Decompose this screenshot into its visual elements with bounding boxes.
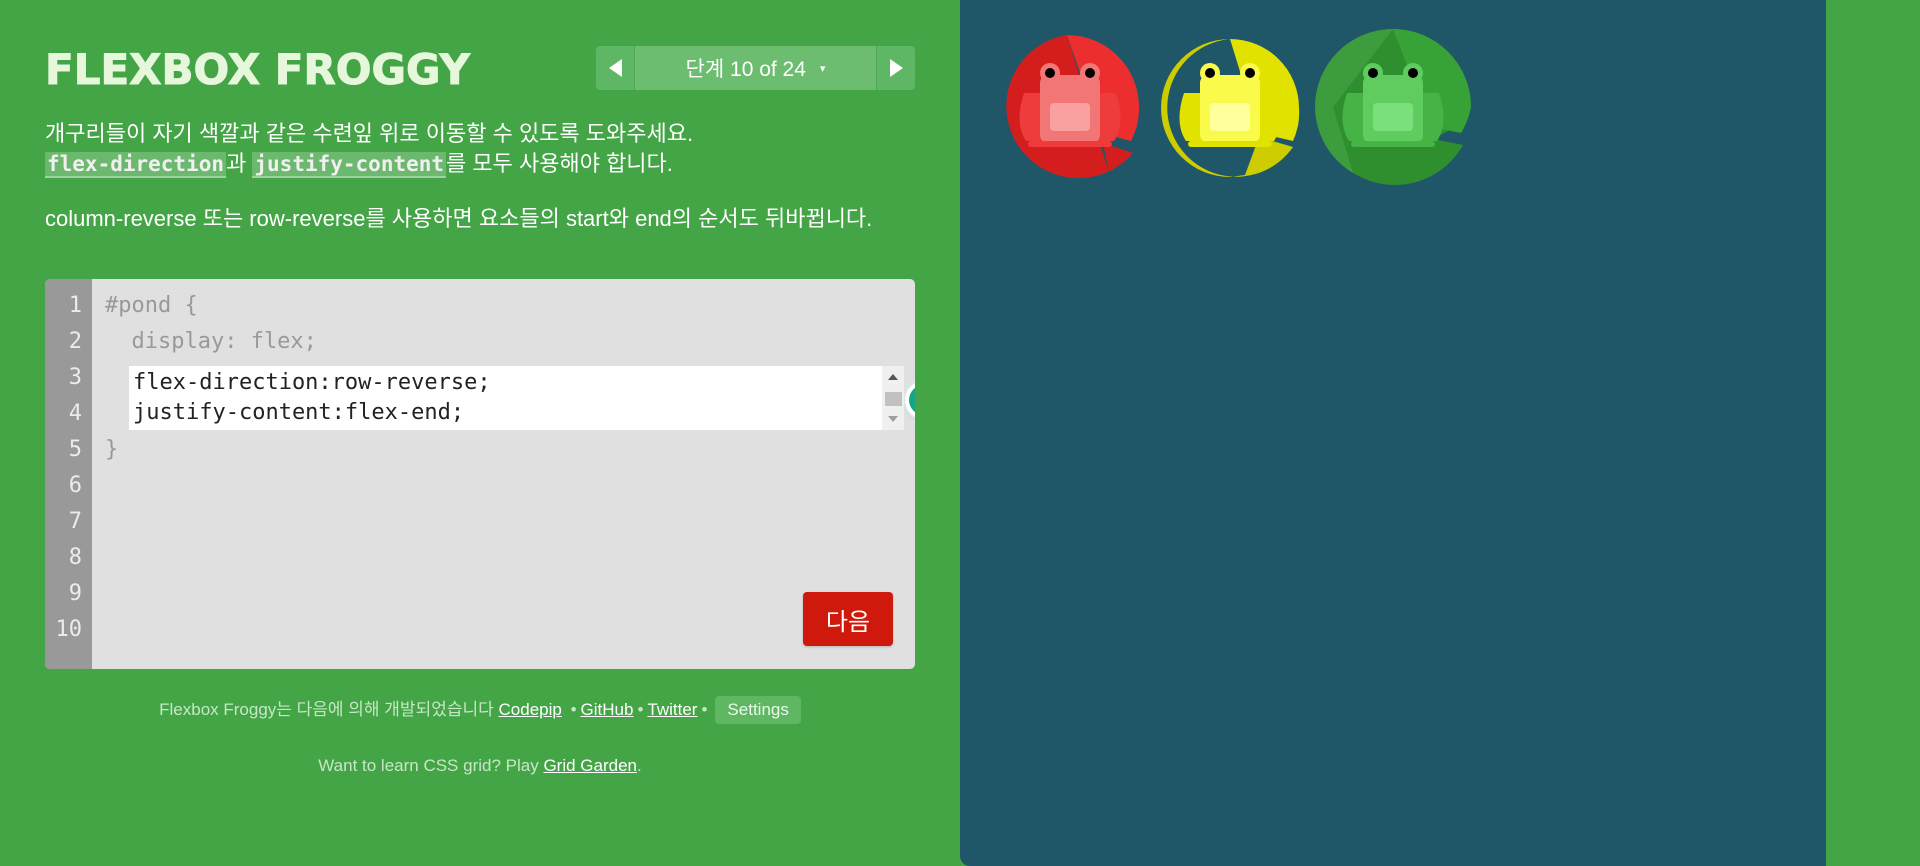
line-number: 2 [68,329,82,354]
arrow-right-icon [889,59,903,77]
app-title: FLEXBOX FROGGY [45,45,471,95]
line-number: 6 [68,473,82,498]
caret-down-icon: ▾ [819,62,826,75]
textarea-scrollbar[interactable] [882,366,904,430]
instructions-tail: 를 모두 사용해야 합니다. [446,151,673,176]
instructions-connector: 과 [226,151,247,176]
line-number: 3 [68,365,82,390]
line-number: 7 [68,509,82,534]
frog-red [1019,63,1121,147]
frog-green [1342,63,1444,147]
line-number: 8 [68,545,82,570]
line-number: 5 [68,437,82,462]
separator: • [570,700,577,719]
grammarly-icon[interactable] [905,381,915,419]
grid-garden-promo: Want to learn CSS grid? Play Grid Garden… [0,756,960,776]
next-level-button[interactable] [876,46,915,90]
arrow-left-icon [608,59,622,77]
next-button[interactable]: 다음 [803,592,893,646]
instructions: 개구리들이 자기 색깔과 같은 수련잎 위로 이동할 수 있도록 도와주세요. … [45,119,945,179]
line-number-gutter: 1 2 3 4 5 6 7 8 9 10 [45,279,92,669]
instructions-hint: column-reverse 또는 row-reverse를 사용하면 요소들의… [45,206,873,231]
level-navigation: 단계 10 of 24 ▾ [596,46,915,90]
credits: Flexbox Froggy는 다음에 의해 개발되었습니다 Codepip •… [0,695,960,724]
settings-button[interactable]: Settings [715,696,801,724]
code-input-line: flex-direction:row-reverse; [133,370,491,395]
pond [960,0,1826,866]
level-indicator-label: 단계 10 of 24 [685,58,806,81]
frog-yellow [1179,63,1281,147]
code-tag-justify-content[interactable]: justify-content [252,152,447,178]
line-number: 4 [68,401,82,426]
code-input-line: justify-content:flex-end; [133,400,465,425]
level-indicator[interactable]: 단계 10 of 24 ▾ [635,46,876,90]
right-margin [1826,0,1920,866]
grid-garden-text: Want to learn CSS grid? Play [318,756,539,775]
scroll-thumb[interactable] [885,392,902,406]
separator: • [637,700,644,719]
sidebar: FLEXBOX FROGGY 단계 10 of 24 ▾ 개구리들이 자기 색깔… [0,0,960,866]
line-number: 10 [55,617,83,642]
twitter-link[interactable]: Twitter [647,700,697,719]
previous-level-button[interactable] [596,46,635,90]
instructions-line-1: 개구리들이 자기 색깔과 같은 수련잎 위로 이동할 수 있도록 도와주세요. [45,121,694,146]
line-number: 1 [68,293,82,318]
line-number: 9 [68,581,82,606]
separator: • [701,700,708,719]
scroll-down-icon[interactable] [888,416,898,422]
scroll-up-icon[interactable] [888,374,898,380]
grid-garden-link[interactable]: Grid Garden [543,756,637,775]
instructions-line-2: flex-direction과 justify-content를 모두 사용해야… [45,149,945,179]
github-link[interactable]: GitHub [581,700,634,719]
code-line: display: flex; [105,329,317,354]
codepip-link[interactable]: Codepip [499,700,562,719]
code-line: } [105,437,119,462]
credits-text: Flexbox Froggy는 다음에 의해 개발되었습니다 [159,700,494,719]
code-tag-flex-direction[interactable]: flex-direction [45,152,227,178]
code-input-textarea[interactable]: flex-direction:row-reverse; justify-cont… [129,366,915,430]
code-editor: 1 2 3 4 5 6 7 8 9 10 #pond { display: fl… [45,279,915,669]
grid-garden-suffix: . [637,756,642,775]
code-line: #pond { [105,293,198,318]
